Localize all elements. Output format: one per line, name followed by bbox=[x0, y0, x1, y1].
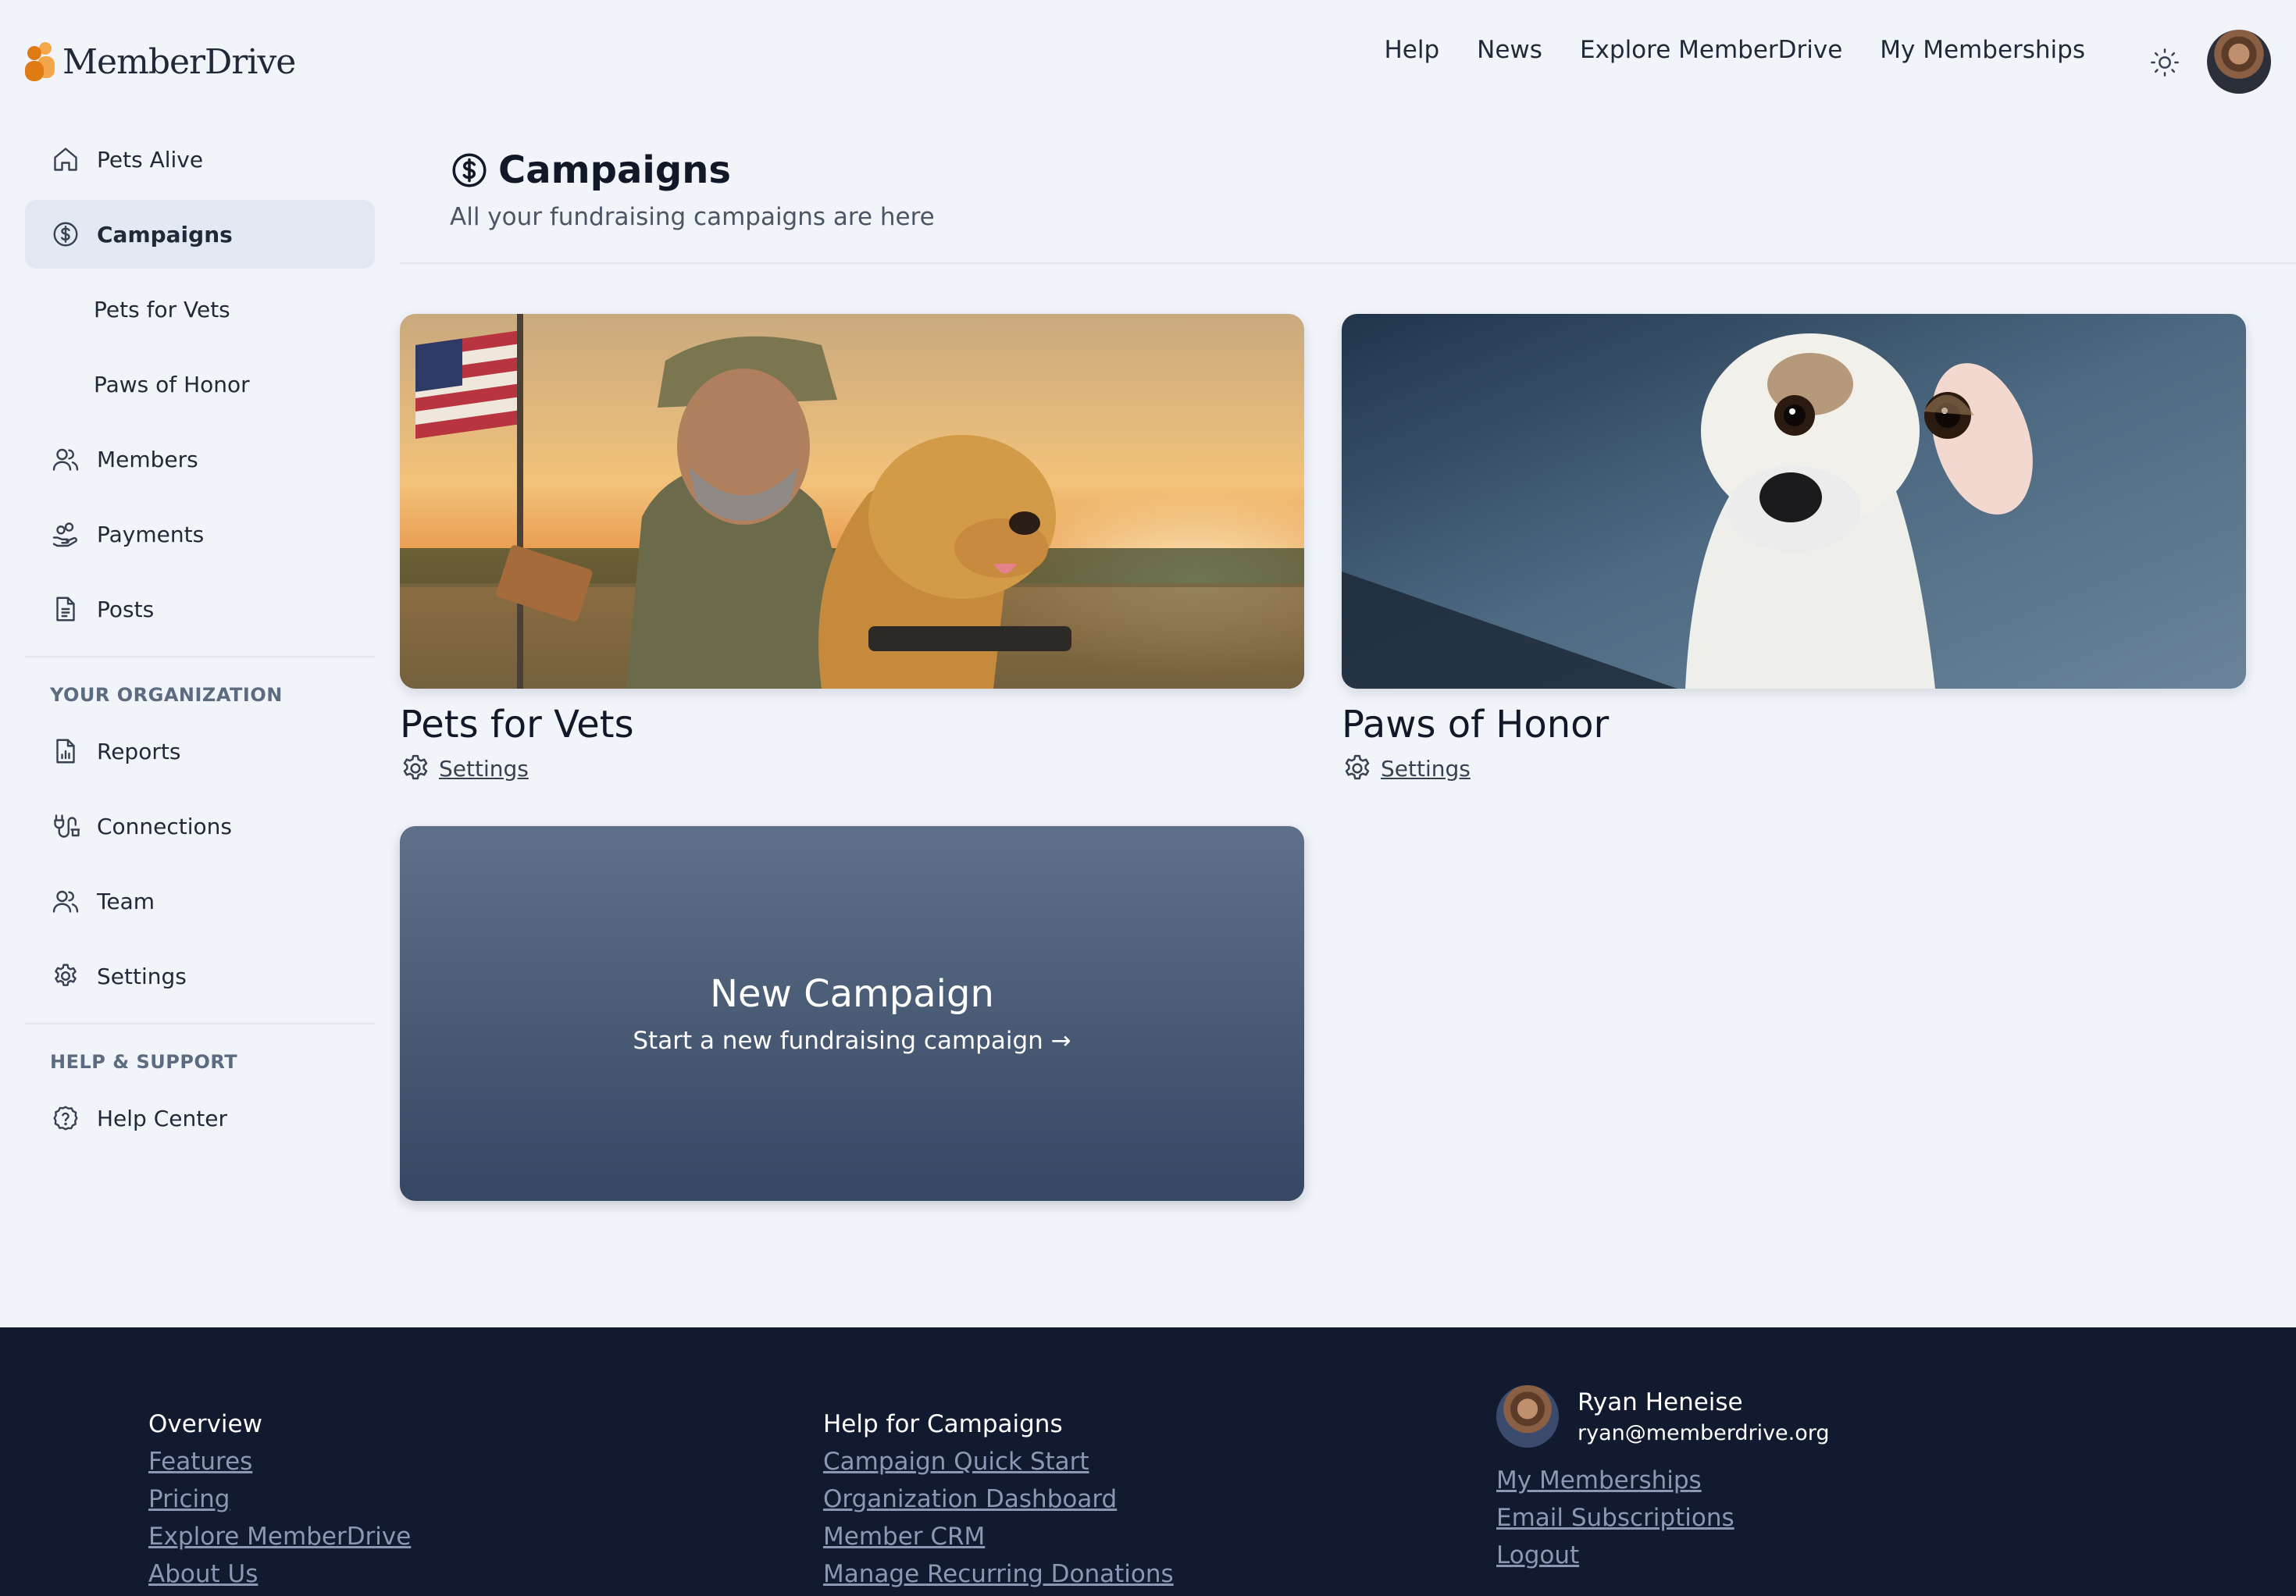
sidebar-item-label: Payments bbox=[97, 521, 205, 547]
nav-my-memberships-link[interactable]: My Memberships bbox=[1880, 36, 2085, 64]
sun-icon[interactable] bbox=[2146, 44, 2184, 81]
campaign-card: Pets for Vets Settings bbox=[400, 314, 1304, 784]
sidebar-item-label: Campaigns bbox=[97, 221, 233, 248]
footer-link-email-subscriptions[interactable]: Email Subscriptions bbox=[1496, 1499, 1830, 1537]
footer-overview-column: Overview Features Pricing Explore Member… bbox=[148, 1405, 411, 1593]
sidebar-item-label: Team bbox=[97, 888, 155, 914]
sidebar-item-payments[interactable]: Payments bbox=[25, 500, 375, 568]
users-icon bbox=[50, 885, 81, 917]
question-circle-icon bbox=[50, 1103, 81, 1134]
sidebar-item-label: Help Center bbox=[97, 1105, 227, 1131]
dollar-circle-icon bbox=[450, 151, 489, 190]
sidebar-item-pets-for-vets[interactable]: Pets for Vets bbox=[25, 275, 375, 344]
sidebar-item-pets-alive[interactable]: Pets Alive bbox=[25, 125, 375, 194]
gear-icon bbox=[400, 753, 431, 784]
campaign-image-paws-of-honor[interactable] bbox=[1342, 314, 2246, 689]
footer-link-member-crm[interactable]: Member CRM bbox=[823, 1518, 1174, 1555]
sidebar-item-connections[interactable]: Connections bbox=[25, 792, 375, 860]
campaign-settings-link[interactable]: Settings bbox=[1342, 753, 2246, 784]
new-campaign-button[interactable]: New Campaign Start a new fundraising cam… bbox=[400, 826, 1304, 1201]
campaign-title[interactable]: Pets for Vets bbox=[400, 703, 1304, 746]
settings-label: Settings bbox=[1381, 755, 1471, 782]
sidebar-item-label: Pets Alive bbox=[97, 146, 204, 173]
sidebar: Pets Alive Campaigns Pets for Vets Paws … bbox=[25, 125, 375, 1159]
campaign-settings-link[interactable]: Settings bbox=[400, 753, 1304, 784]
footer-link-quick-start[interactable]: Campaign Quick Start bbox=[823, 1443, 1174, 1480]
footer-user-name: Ryan Heneise bbox=[1578, 1388, 1743, 1416]
nav-explore-link[interactable]: Explore MemberDrive bbox=[1580, 36, 1842, 64]
users-icon bbox=[50, 444, 81, 475]
footer: Overview Features Pricing Explore Member… bbox=[0, 1327, 2296, 1596]
campaign-image-pets-for-vets[interactable] bbox=[400, 314, 1304, 689]
sidebar-item-paws-of-honor[interactable]: Paws of Honor bbox=[25, 350, 375, 419]
footer-heading: Help for Campaigns bbox=[823, 1410, 1063, 1438]
logo-text: MemberDrive bbox=[62, 41, 296, 82]
top-header: MemberDrive Help News Explore MemberDriv… bbox=[0, 0, 2296, 125]
section-label-help: HELP & SUPPORT bbox=[50, 1051, 238, 1073]
sidebar-divider bbox=[25, 656, 375, 657]
sidebar-item-members[interactable]: Members bbox=[25, 425, 375, 493]
sidebar-item-team[interactable]: Team bbox=[25, 867, 375, 935]
nav-news-link[interactable]: News bbox=[1477, 36, 1542, 64]
sidebar-item-campaigns[interactable]: Campaigns bbox=[25, 200, 375, 269]
page-title: Campaigns bbox=[498, 148, 731, 192]
document-icon bbox=[50, 593, 81, 625]
footer-link-org-dashboard[interactable]: Organization Dashboard bbox=[823, 1480, 1174, 1518]
footer-user-email: ryan@memberdrive.org bbox=[1578, 1420, 1830, 1445]
footer-user-column: Ryan Heneise ryan@memberdrive.org My Mem… bbox=[1496, 1385, 1830, 1574]
footer-link-explore[interactable]: Explore MemberDrive bbox=[148, 1518, 411, 1555]
section-label-organization: YOUR ORGANIZATION bbox=[50, 684, 283, 706]
dollar-circle-icon bbox=[50, 219, 81, 250]
sidebar-item-label: Reports bbox=[97, 738, 181, 764]
footer-link-about-us[interactable]: About Us bbox=[148, 1555, 411, 1593]
sidebar-item-label: Connections bbox=[97, 813, 233, 839]
sidebar-item-help-center[interactable]: Help Center bbox=[25, 1084, 375, 1152]
plug-icon bbox=[50, 810, 81, 842]
settings-label: Settings bbox=[439, 755, 529, 782]
sidebar-item-reports[interactable]: Reports bbox=[25, 717, 375, 786]
footer-link-pricing[interactable]: Pricing bbox=[148, 1480, 411, 1518]
footer-link-features[interactable]: Features bbox=[148, 1443, 411, 1480]
header-divider bbox=[400, 262, 2296, 264]
footer-link-logout[interactable]: Logout bbox=[1496, 1537, 1830, 1574]
footer-heading: Overview bbox=[148, 1410, 262, 1438]
gear-icon bbox=[50, 960, 81, 992]
home-icon bbox=[50, 144, 81, 175]
hand-coins-icon bbox=[50, 518, 81, 550]
logo[interactable]: MemberDrive bbox=[23, 34, 296, 89]
sidebar-item-label: Pets for Vets bbox=[94, 296, 230, 322]
sidebar-divider bbox=[25, 1023, 375, 1024]
footer-link-recurring-donations[interactable]: Manage Recurring Donations bbox=[823, 1555, 1174, 1593]
sidebar-item-label: Posts bbox=[97, 596, 155, 622]
campaign-title[interactable]: Paws of Honor bbox=[1342, 703, 2246, 746]
sidebar-item-label: Paws of Honor bbox=[94, 371, 250, 397]
page-subtitle: All your fundraising campaigns are here bbox=[450, 203, 935, 231]
footer-link-my-memberships[interactable]: My Memberships bbox=[1496, 1462, 1830, 1499]
report-icon bbox=[50, 736, 81, 767]
sidebar-item-settings[interactable]: Settings bbox=[25, 942, 375, 1010]
footer-avatar bbox=[1496, 1385, 1559, 1448]
logo-people-icon bbox=[23, 41, 58, 83]
sidebar-item-posts[interactable]: Posts bbox=[25, 575, 375, 643]
new-campaign-subtitle: Start a new fundraising campaign → bbox=[633, 1027, 1071, 1055]
gear-icon bbox=[1342, 753, 1373, 784]
user-avatar[interactable] bbox=[2207, 30, 2271, 94]
new-campaign-title: New Campaign bbox=[710, 972, 994, 1016]
page-header: Campaigns All your fundraising campaigns… bbox=[450, 148, 935, 231]
footer-help-column: Help for Campaigns Campaign Quick Start … bbox=[823, 1405, 1174, 1593]
sidebar-item-label: Settings bbox=[97, 963, 187, 989]
sidebar-item-label: Members bbox=[97, 446, 198, 472]
nav-help-link[interactable]: Help bbox=[1384, 36, 1439, 64]
campaign-card: Paws of Honor Settings bbox=[1342, 314, 2246, 784]
top-nav: Help News Explore MemberDrive My Members… bbox=[1384, 36, 2085, 64]
